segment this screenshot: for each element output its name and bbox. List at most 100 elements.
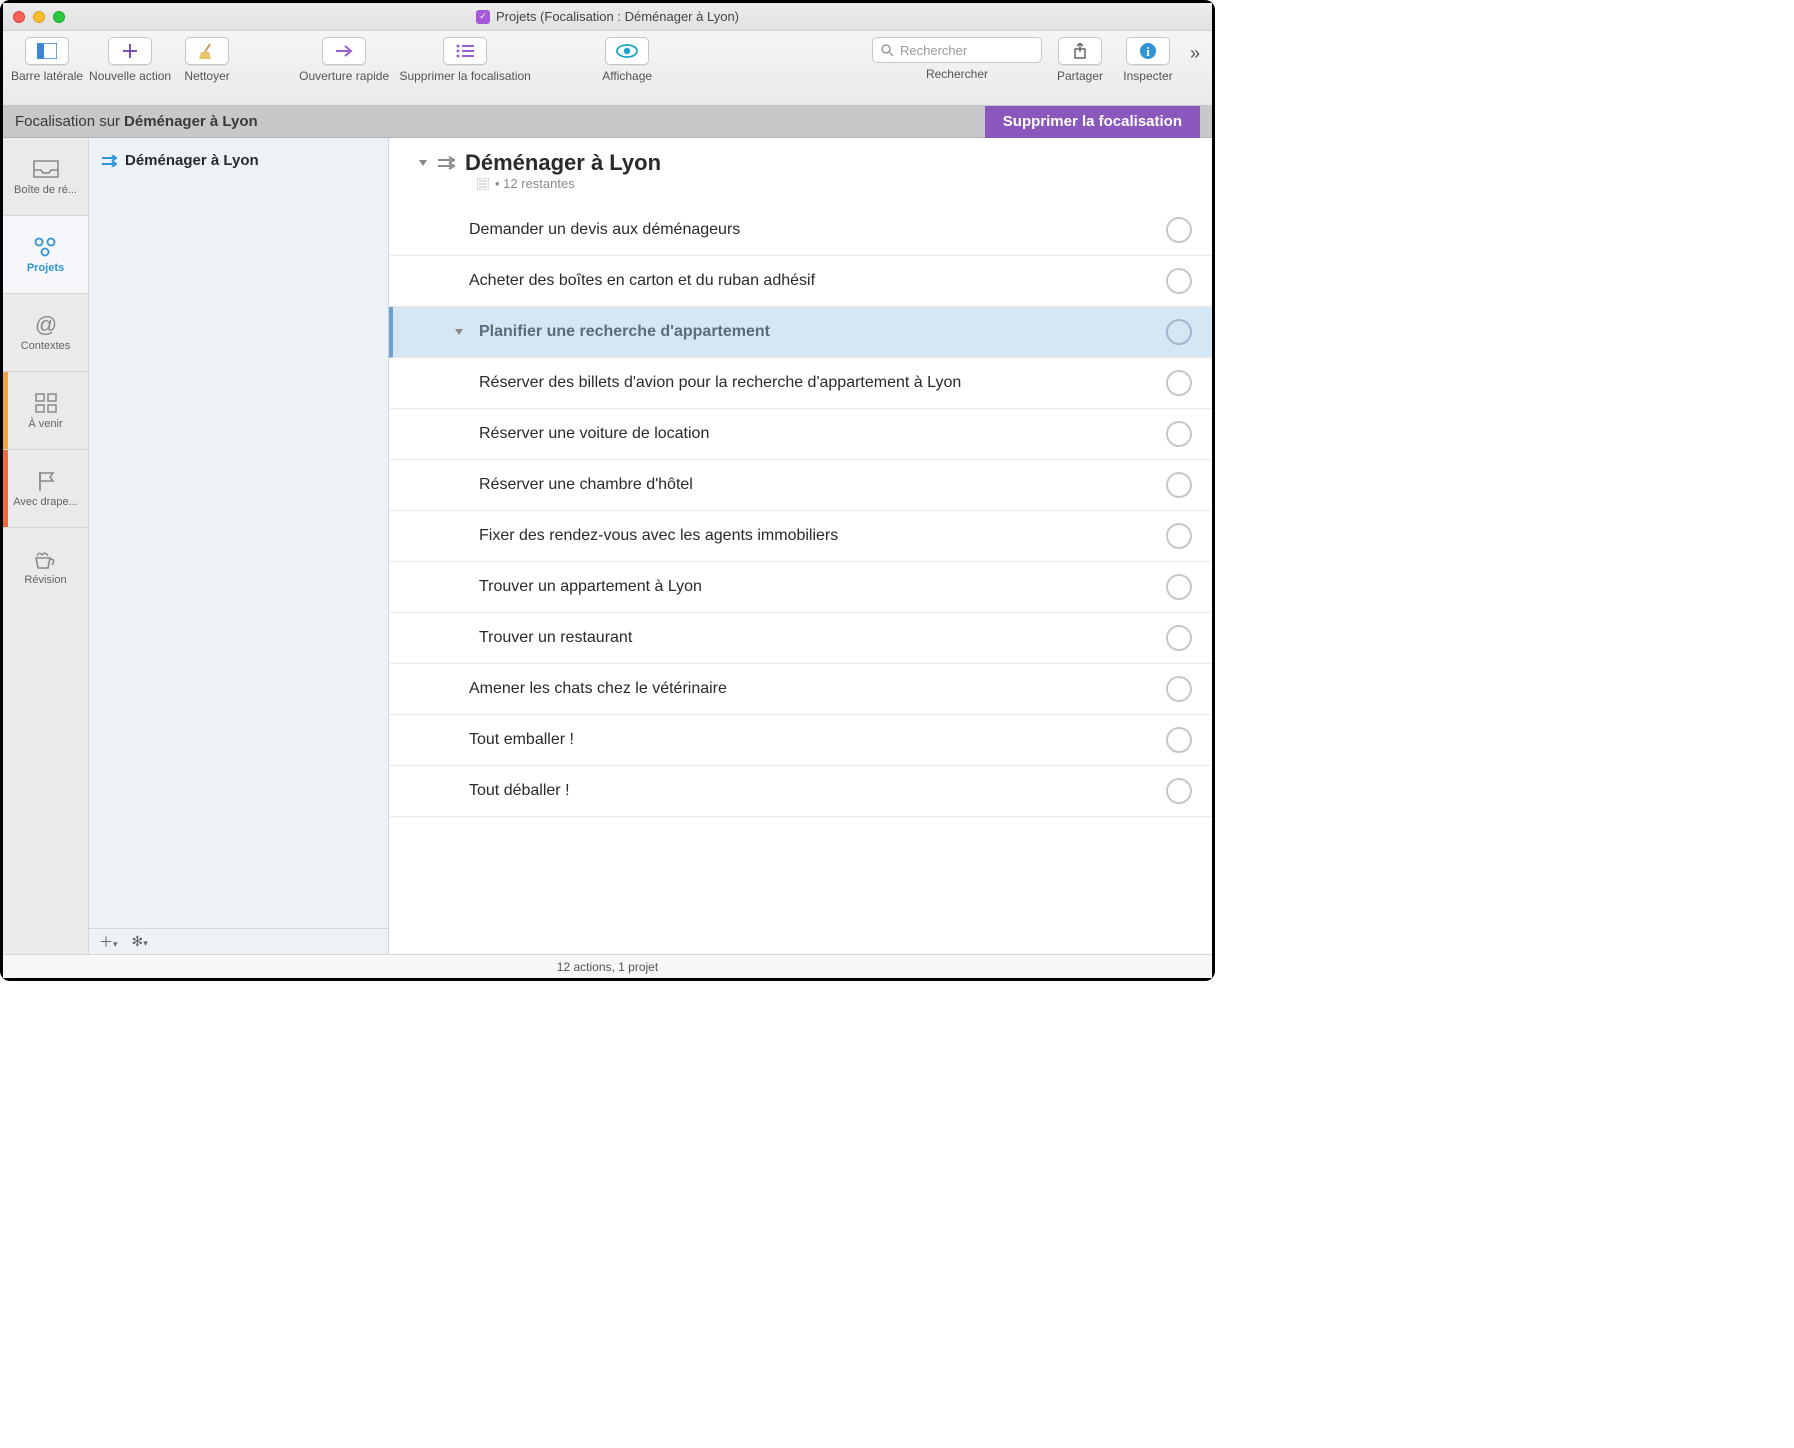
perspective-forecast-label: À venir [28,418,62,430]
perspective-contexts[interactable]: @ Contextes [3,294,88,372]
perspective-contexts-label: Contextes [21,340,71,352]
task-checkbox[interactable] [1166,574,1192,600]
task-title[interactable]: Réserver des billets d'avion pour la rec… [479,374,1154,392]
task-checkbox[interactable] [1166,319,1192,345]
status-bar: 12 actions, 1 projet [3,954,1212,978]
perspective-projects-label: Projets [27,262,64,274]
remove-focus-button[interactable]: Supprimer la focalisation [985,106,1200,138]
plus-icon [122,43,138,59]
task-list: Demander un devis aux déménageurs Acheter… [389,205,1212,817]
project-header: Déménager à Lyon • 12 restantes [389,146,1212,197]
focus-bar: Focalisation sur Déménager à Lyon Suppri… [3,106,1212,138]
task-checkbox[interactable] [1166,421,1192,447]
list-icon [456,44,474,58]
task-checkbox[interactable] [1166,217,1192,243]
task-checkbox[interactable] [1166,268,1192,294]
search-placeholder: Rechercher [900,43,967,58]
close-window-button[interactable] [13,11,25,23]
broom-icon [198,42,216,60]
quick-open-button[interactable]: Ouverture rapide [299,37,389,83]
view-label: Affichage [602,69,652,83]
task-title[interactable]: Trouver un restaurant [479,629,1154,647]
task-title[interactable]: Fixer des rendez-vous avec les agents im… [479,527,1154,545]
task-row[interactable]: Tout déballer ! [389,766,1212,817]
perspective-flagged[interactable]: Avec drape... [3,450,88,528]
info-icon: i [1139,42,1157,60]
project-parallel-icon [101,155,117,167]
task-title[interactable]: Demander un devis aux déménageurs [469,221,1154,239]
task-row[interactable]: Réserver une voiture de location [389,409,1212,460]
task-row[interactable]: Demander un devis aux déménageurs [389,205,1212,256]
window-title: ✓ Projets (Focalisation : Déménager à Ly… [3,9,1212,24]
perspective-inbox[interactable]: Boîte de ré... [3,138,88,216]
task-row[interactable]: Réserver une chambre d'hôtel [389,460,1212,511]
note-icon [477,178,489,190]
task-title[interactable]: Tout emballer ! [469,731,1154,749]
task-row[interactable]: Trouver un restaurant [389,613,1212,664]
task-row[interactable]: Acheter des boîtes en carton et du ruban… [389,256,1212,307]
toolbar: Barre latérale Nouvelle action Nettoyer … [3,31,1212,106]
focus-project-name: Déménager à Lyon [124,113,258,130]
zoom-window-button[interactable] [53,11,65,23]
view-button[interactable]: Affichage [597,37,657,83]
perspective-forecast[interactable]: À venir [3,372,88,450]
inspect-button[interactable]: i Inspecter [1118,37,1178,83]
content-pane: Déménager à Lyon • 12 restantes Demander… [389,138,1212,954]
window-title-text: Projets (Focalisation : Déménager à Lyon… [496,9,739,24]
gear-menu-button[interactable]: ✻▾ [132,933,148,950]
focus-prefix: Focalisation sur [15,113,120,130]
perspective-sidebar: Boîte de ré... Projets @ Contextes À ven… [3,138,89,954]
task-title[interactable]: Amener les chats chez le vétérinaire [469,680,1154,698]
task-row[interactable]: Fixer des rendez-vous avec les agents im… [389,511,1212,562]
main-area: Boîte de ré... Projets @ Contextes À ven… [3,138,1212,954]
task-checkbox[interactable] [1166,472,1192,498]
task-title[interactable]: Trouver un appartement à Lyon [479,578,1154,596]
perspective-inbox-label: Boîte de ré... [14,184,77,196]
share-icon [1073,43,1087,59]
task-title[interactable]: Planifier une recherche d'appartement [479,323,1154,341]
project-disclosure-toggle[interactable] [419,160,427,166]
minimize-window-button[interactable] [33,11,45,23]
cleanup-label: Nettoyer [184,69,229,83]
project-list-footer: ＋▾ ✻▾ [89,928,388,954]
task-title[interactable]: Réserver une voiture de location [479,425,1154,443]
new-action-button[interactable]: Nouvelle action [89,37,171,83]
task-disclosure-toggle[interactable] [455,329,463,335]
task-checkbox[interactable] [1166,727,1192,753]
search-input[interactable]: Rechercher [872,37,1042,63]
svg-text:@: @ [34,313,56,337]
project-remaining-count: • 12 restantes [495,176,575,191]
add-menu-button[interactable]: ＋▾ [99,932,118,952]
cleanup-button[interactable]: Nettoyer [177,37,237,83]
task-checkbox[interactable] [1166,523,1192,549]
app-icon: ✓ [476,10,490,24]
task-checkbox[interactable] [1166,370,1192,396]
sidebar-toggle-button[interactable]: Barre latérale [11,37,83,83]
cup-icon [34,548,58,570]
project-list-item-label: Déménager à Lyon [125,152,259,169]
project-list-pane: Déménager à Lyon ＋▾ ✻▾ [89,138,389,954]
task-checkbox[interactable] [1166,625,1192,651]
search-icon [881,44,894,57]
task-checkbox[interactable] [1166,778,1192,804]
remove-focus-toolbar-button[interactable]: Supprimer la focalisation [395,37,535,83]
task-row[interactable]: Amener les chats chez le vétérinaire [389,664,1212,715]
perspective-projects[interactable]: Projets [3,216,88,294]
quick-open-label: Ouverture rapide [299,69,389,83]
task-checkbox[interactable] [1166,676,1192,702]
task-row[interactable]: Réserver des billets d'avion pour la rec… [389,358,1212,409]
task-title[interactable]: Acheter des boîtes en carton et du ruban… [469,272,1154,290]
task-row[interactable]: Planifier une recherche d'appartement [389,307,1212,358]
search-label: Rechercher [926,67,988,81]
perspective-review-label: Révision [24,574,66,586]
task-row[interactable]: Trouver un appartement à Lyon [389,562,1212,613]
toolbar-overflow-button[interactable]: » [1186,37,1204,70]
inbox-icon [33,160,59,178]
task-title[interactable]: Réserver une chambre d'hôtel [479,476,1154,494]
project-list-item[interactable]: Déménager à Lyon [89,148,388,173]
task-row[interactable]: Tout emballer ! [389,715,1212,766]
perspective-review[interactable]: Révision [3,528,88,606]
task-title[interactable]: Tout déballer ! [469,782,1154,800]
share-button[interactable]: Partager [1050,37,1110,83]
project-title[interactable]: Déménager à Lyon [465,150,661,176]
